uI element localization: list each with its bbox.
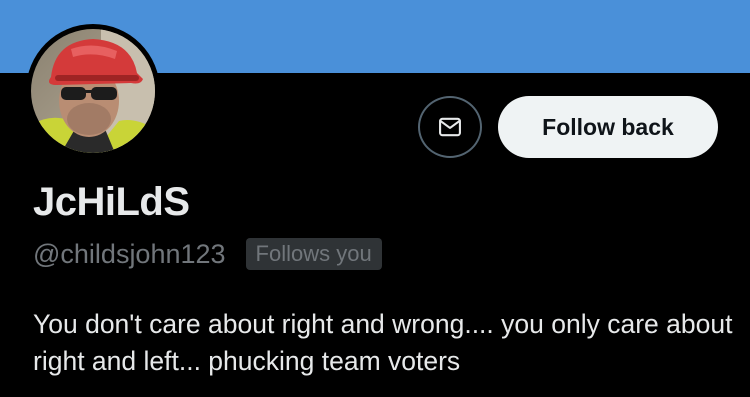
follows-you-badge: Follows you [245, 238, 382, 270]
avatar[interactable] [26, 24, 160, 158]
handle-row: @childsjohn123 Follows you [33, 238, 382, 270]
envelope-icon [439, 117, 461, 137]
display-name: JcHiLdS [33, 180, 190, 224]
follow-back-button[interactable]: Follow back [498, 96, 718, 158]
avatar-image [31, 29, 155, 153]
user-handle: @childsjohn123 [33, 238, 226, 269]
message-button[interactable] [418, 96, 482, 158]
profile-bio: You don't care about right and wrong....… [33, 309, 733, 376]
